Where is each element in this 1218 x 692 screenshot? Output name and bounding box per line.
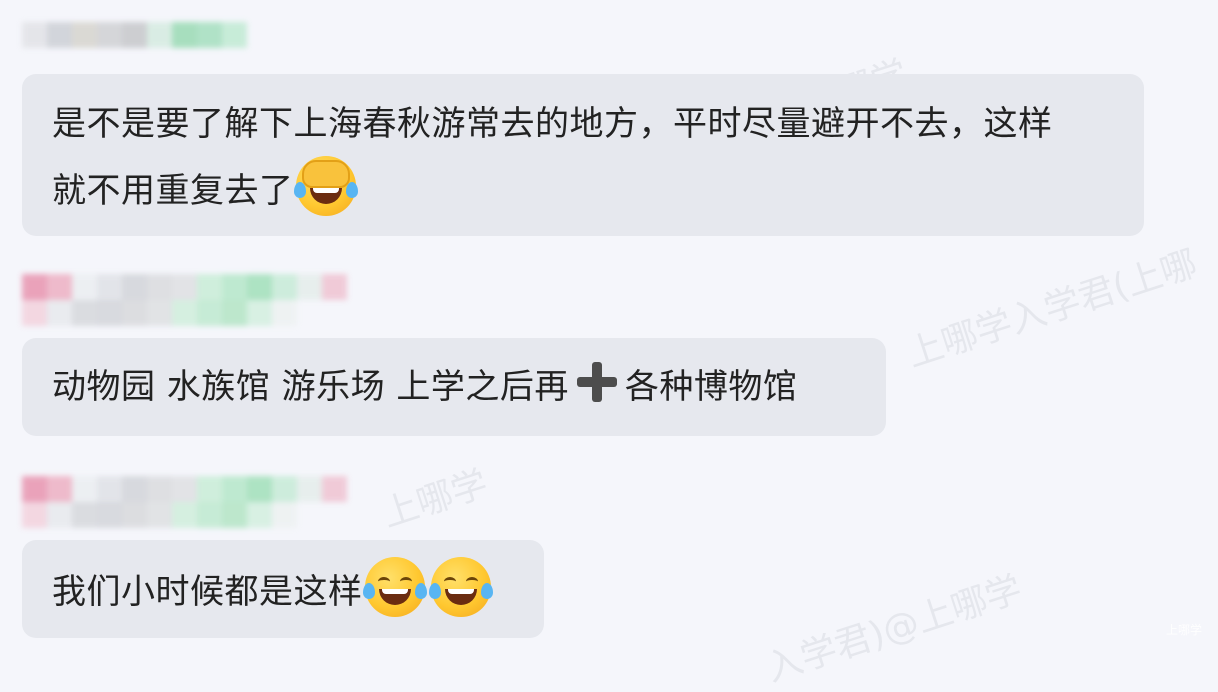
message-text: 各种博物馆: [624, 367, 798, 407]
chat-thread: 上哪学 上哪学入学君(上哪 上哪学 入学君)@上哪学 上哪学 是不是要了解下上海…: [0, 0, 1218, 690]
facepalm-crying-emoji: [293, 156, 358, 216]
corner-watermark: 上哪学: [1165, 623, 1202, 637]
message-text: 是不是要了解下上海春秋游常去的地方，平时尽量避开不去，这样: [52, 104, 1053, 144]
blurred-sender-name: [22, 274, 362, 326]
watermark: 上哪学入学君(上哪: [902, 243, 1203, 376]
message-text: 动物园 水族馆 游乐场 上学之后再: [52, 367, 569, 407]
watermark: 上哪学: [377, 463, 493, 536]
blurred-sender-name: [22, 476, 362, 528]
message-bubble[interactable]: 我们小时候都是这样: [22, 540, 544, 638]
heavy-plus-icon: [573, 358, 621, 406]
message-bubble[interactable]: 是不是要了解下上海春秋游常去的地方，平时尽量避开不去，这样 就不用重复去了: [22, 74, 1144, 236]
message-bubble[interactable]: 动物园 水族馆 游乐场 上学之后再 各种博物馆: [22, 338, 886, 436]
tears-of-joy-emoji: [362, 557, 427, 617]
tears-of-joy-emoji: [428, 557, 493, 617]
message-text: 就不用重复去了: [52, 171, 294, 211]
blurred-sender-name: [22, 22, 247, 48]
message-text: 我们小时候都是这样: [52, 572, 363, 612]
watermark: 入学君)@上哪学: [761, 568, 1027, 690]
